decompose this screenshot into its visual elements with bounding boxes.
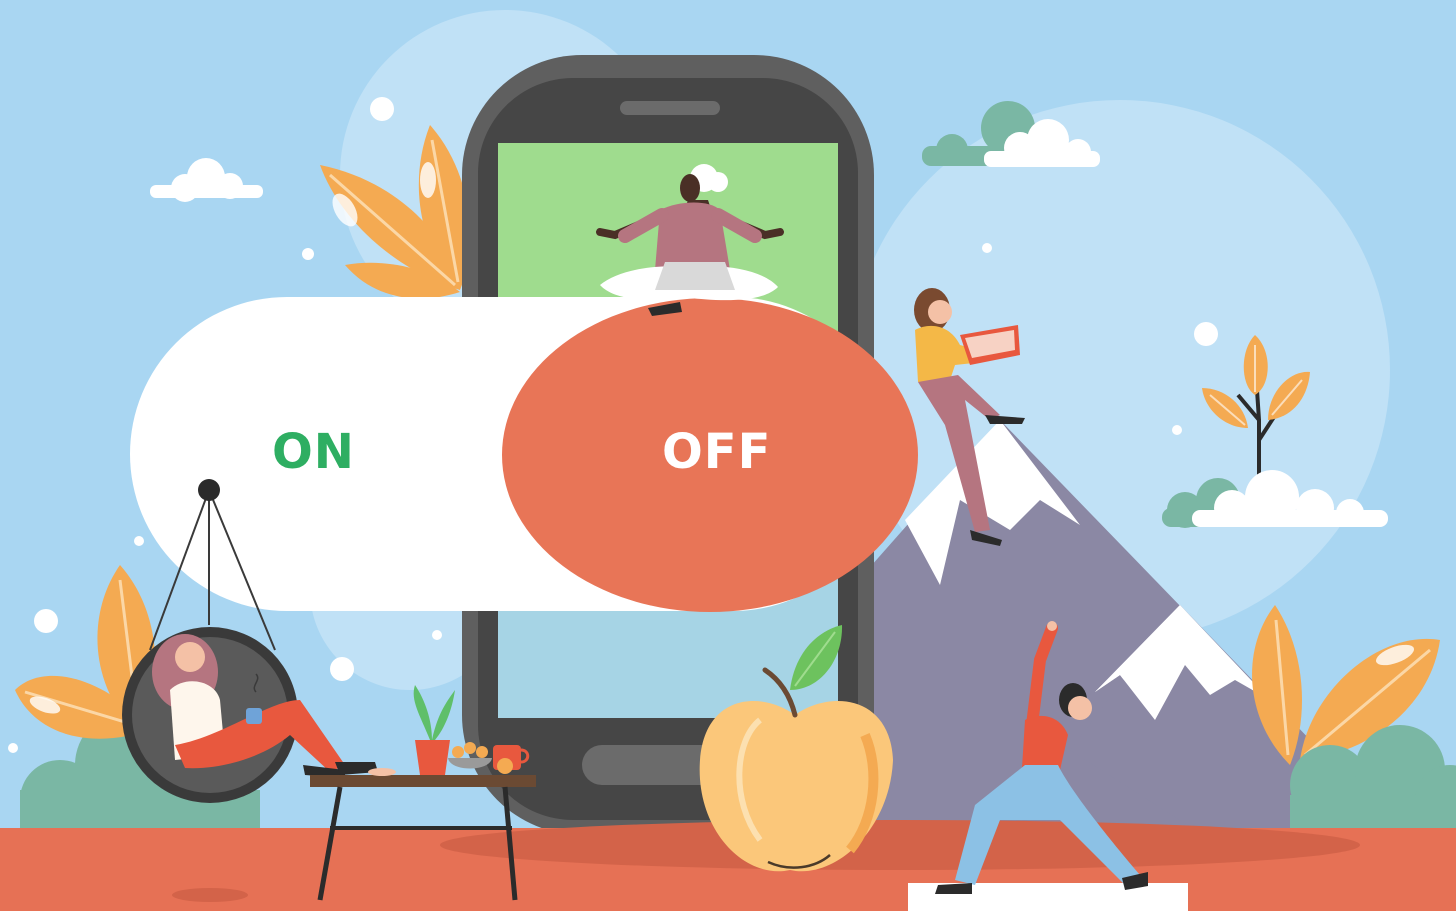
on-off-toggle[interactable] (130, 297, 918, 612)
ground-shadow (440, 820, 1360, 870)
toggle-on-label[interactable]: ON (272, 428, 355, 476)
toggle-off-label[interactable]: OFF (662, 428, 771, 476)
digital-detox-illustration: ON OFF (0, 0, 1456, 911)
